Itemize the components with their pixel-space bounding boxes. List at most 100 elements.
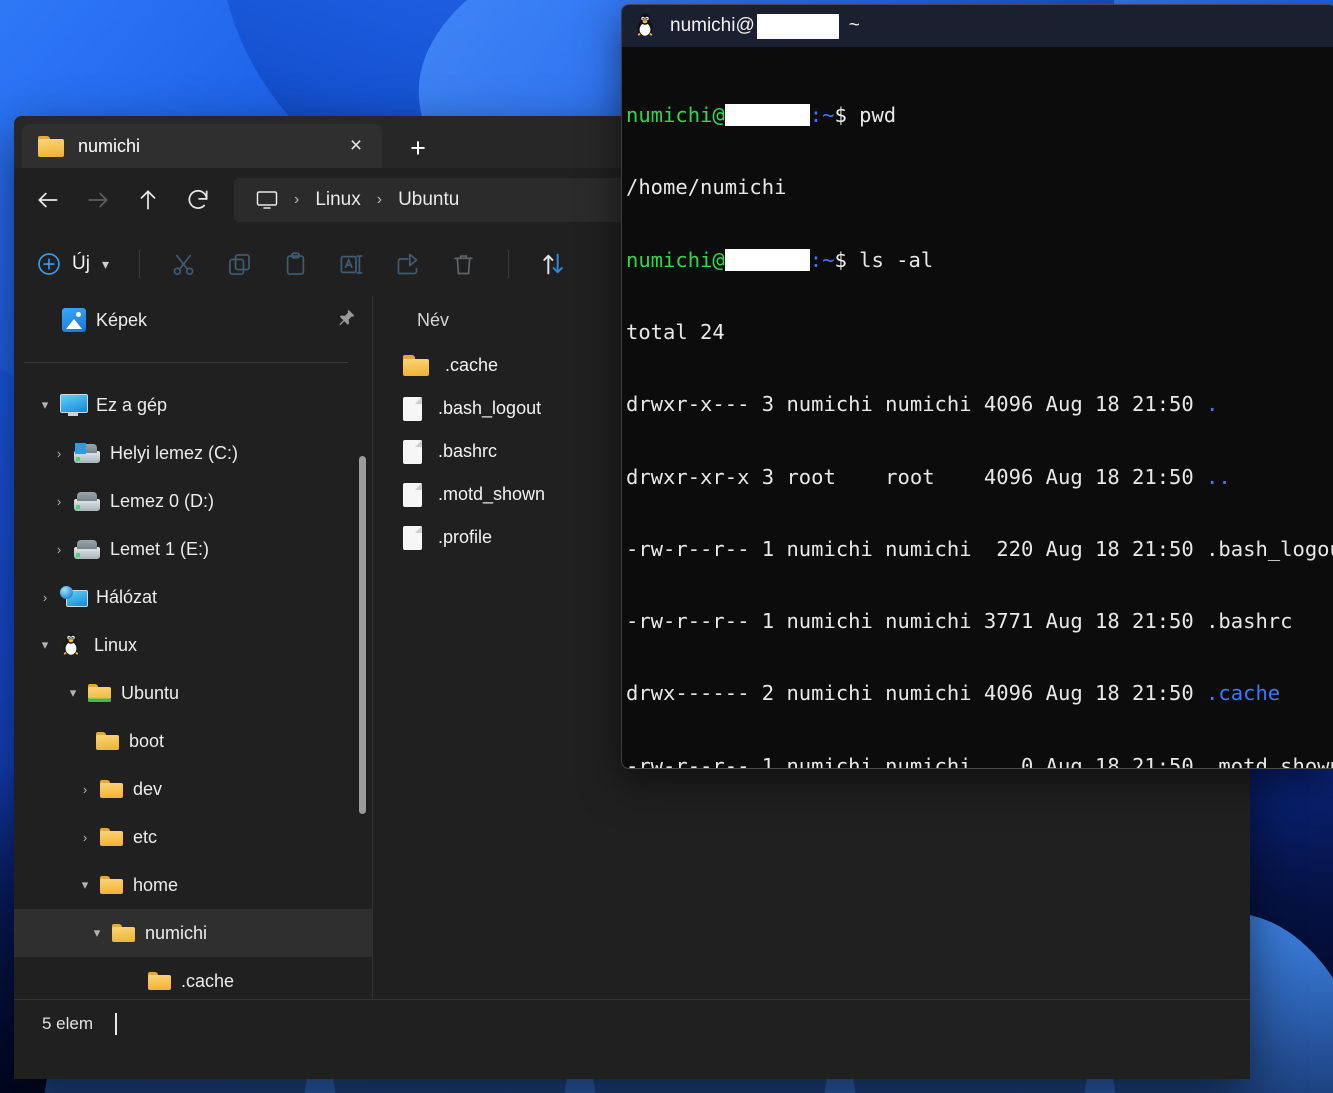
new-button[interactable]: Új ▾	[28, 245, 121, 283]
toolbar-divider-1	[138, 250, 140, 278]
terminal-line: -rw-r--r-- 1 numichi numichi 3771 Aug 18…	[626, 609, 1333, 633]
cut-icon[interactable]	[158, 242, 210, 286]
sidebar-item-label: Lemez 0 (D:)	[110, 490, 215, 511]
terminal-line: numichi@:~$ pwd	[626, 103, 1333, 127]
terminal-line: -rw-r--r-- 1 numichi numichi 220 Aug 18 …	[626, 537, 1333, 561]
folder-icon	[100, 875, 123, 895]
sort-icon[interactable]	[527, 242, 579, 286]
terminal-line: drwx------ 2 numichi numichi 4096 Aug 18…	[626, 681, 1333, 705]
folder-icon	[112, 923, 135, 943]
sidebar-item-numichi[interactable]: ▾ numichi	[14, 909, 372, 957]
sidebar-item-helyi-lemez-c[interactable]: › Helyi lemez (C:)	[14, 429, 372, 477]
sidebar-scrollbar[interactable]	[359, 456, 366, 814]
sidebar-item-kepek[interactable]: Képek	[14, 296, 372, 344]
sidebar-item-lemez-0-d[interactable]: › Lemez 0 (D:)	[14, 477, 372, 525]
sidebar-item-label: dev	[133, 778, 163, 799]
chevron-down-icon[interactable]: ▾	[70, 870, 100, 900]
chevron-down-icon[interactable]: ▾	[30, 390, 60, 420]
folder-icon	[38, 135, 64, 157]
column-header-name[interactable]: Név	[417, 310, 449, 331]
terminal-title-bar[interactable]: numichi@ ~	[622, 5, 1333, 47]
folder-icon	[148, 971, 171, 991]
disk-icon	[74, 491, 100, 511]
prompt-tail: :~	[809, 103, 835, 128]
breadcrumb-item-linux[interactable]: Linux	[307, 185, 368, 215]
sidebar-item-ubuntu[interactable]: ▾ Ubuntu	[14, 669, 372, 717]
terminal-listing-prefix: drwxr-xr-x 3 root root 4096 Aug 18 21:50	[626, 464, 1207, 489]
terminal-title-path: ~	[848, 15, 860, 36]
delete-icon[interactable]	[438, 242, 490, 286]
terminal-output-text: total 24	[626, 320, 725, 345]
chevron-right-icon[interactable]: ›	[44, 534, 74, 564]
terminal-title-user: numichi@	[670, 15, 755, 36]
terminal-line: drwxr-x--- 3 numichi numichi 4096 Aug 18…	[626, 392, 1333, 416]
terminal-file-name: ..	[1206, 464, 1231, 489]
chevron-down-icon[interactable]: ▾	[58, 678, 88, 708]
terminal-line: drwxr-xr-x 3 root root 4096 Aug 18 21:50…	[626, 465, 1333, 489]
chevron-right-icon[interactable]: ›	[70, 822, 100, 852]
breadcrumb-separator-2: ›	[376, 191, 383, 208]
terminal-output[interactable]: numichi@:~$ pwd /home/numichi numichi@:~…	[622, 47, 1333, 768]
terminal-line: numichi@:~$ ls -al	[626, 248, 1333, 272]
refresh-icon[interactable]	[174, 178, 222, 222]
file-name: .bash_logout	[438, 398, 542, 418]
sidebar-item-dev[interactable]: › dev	[14, 765, 372, 813]
sidebar-item-ez-a-gep[interactable]: ▾ Ez a gép	[14, 381, 372, 429]
ubuntu-folder-icon	[88, 683, 111, 703]
file-icon	[403, 396, 422, 421]
chevron-down-icon[interactable]: ▾	[82, 918, 112, 948]
sidebar-item-label: home	[133, 874, 179, 895]
share-icon[interactable]	[382, 242, 434, 286]
terminal-command: pwd	[859, 103, 897, 128]
network-icon	[60, 586, 88, 608]
sidebar-item-lemet-1-e[interactable]: › Lemet 1 (E:)	[14, 525, 372, 573]
sidebar-divider	[24, 362, 348, 363]
file-icon	[403, 439, 422, 464]
chevron-right-icon[interactable]: ›	[30, 582, 60, 612]
prompt-user: numichi@	[626, 103, 725, 128]
file-name: .motd_shown	[438, 484, 546, 504]
back-icon[interactable]	[24, 178, 72, 222]
this-pc-icon[interactable]	[248, 183, 286, 217]
pin-icon[interactable]	[337, 308, 356, 332]
sidebar-item-etc[interactable]: › etc	[14, 813, 372, 861]
file-name: .profile	[438, 527, 493, 547]
sidebar-item-label: Ubuntu	[121, 682, 180, 703]
tux-icon	[634, 13, 658, 39]
sidebar-item-boot[interactable]: boot	[14, 717, 372, 765]
sidebar-item-cache[interactable]: .cache	[14, 957, 372, 999]
close-icon[interactable]: ×	[340, 130, 372, 162]
prompt-user: numichi@	[626, 247, 725, 272]
copy-icon[interactable]	[214, 242, 266, 286]
up-icon[interactable]	[124, 178, 172, 222]
paste-icon[interactable]	[270, 242, 322, 286]
folder-icon	[100, 827, 123, 847]
terminal-listing-prefix: -rw-r--r-- 1 numichi numichi 220 Aug 18 …	[626, 536, 1207, 561]
toolbar-divider-2	[507, 250, 509, 278]
terminal-listing-prefix: -rw-r--r-- 1 numichi numichi 3771 Aug 18…	[626, 609, 1207, 634]
item-count-label: 5 elem	[42, 1013, 94, 1033]
chevron-right-icon[interactable]: ›	[70, 774, 100, 804]
breadcrumb-item-ubuntu[interactable]: Ubuntu	[390, 185, 467, 215]
forward-icon[interactable]	[74, 178, 122, 222]
sidebar-item-linux[interactable]: ▾ Linux	[14, 621, 372, 669]
tab-numichi[interactable]: numichi ×	[22, 124, 382, 168]
sidebar-item-halozat[interactable]: › Hálózat	[14, 573, 372, 621]
terminal-line: -rw-r--r-- 1 numichi numichi 0 Aug 18 21…	[626, 754, 1333, 768]
terminal-line: /home/numichi	[626, 175, 1333, 199]
redaction-box	[756, 13, 839, 39]
chevron-down-icon[interactable]: ▾	[30, 630, 60, 660]
sidebar-item-home[interactable]: ▾ home	[14, 861, 372, 909]
sidebar-item-label: Lemet 1 (E:)	[110, 538, 210, 559]
terminal-file-name: .cache	[1206, 681, 1281, 706]
chevron-right-icon[interactable]: ›	[44, 438, 74, 468]
sidebar-item-label: Ez a gép	[96, 394, 168, 415]
new-button-label: Új	[72, 253, 90, 274]
sidebar-item-label: Hálózat	[96, 586, 158, 607]
rename-icon[interactable]	[326, 242, 378, 286]
new-tab-button[interactable]: +	[396, 128, 440, 168]
navigation-sidebar[interactable]: Képek ▾ Ez a gép › Helyi lemez (C:) › Le…	[14, 296, 372, 999]
chevron-right-icon[interactable]: ›	[44, 486, 74, 516]
terminal-line: total 24	[626, 320, 1333, 344]
sidebar-item-label: Helyi lemez (C:)	[110, 442, 239, 463]
